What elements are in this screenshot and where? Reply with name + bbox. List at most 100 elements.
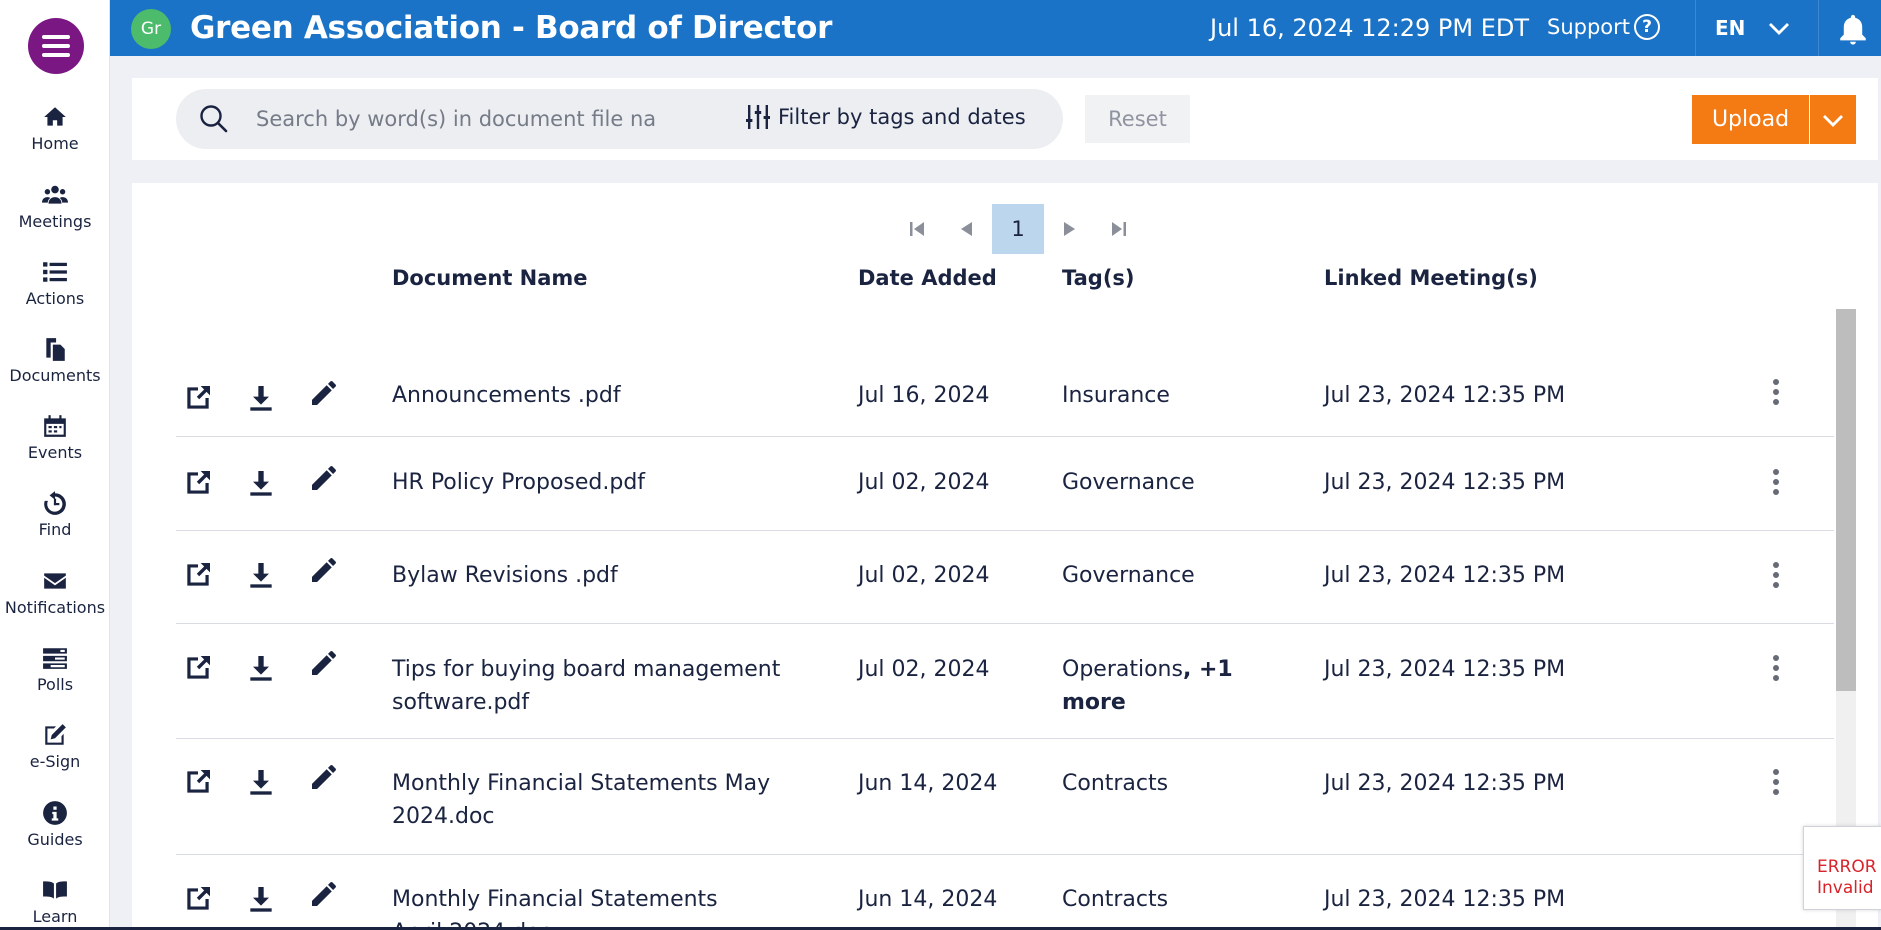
table-row: Tips for buying board management softwar… [176, 624, 1834, 739]
date-added: Jul 02, 2024 [858, 563, 990, 588]
tag-value: Contracts [1062, 771, 1169, 796]
sidebar-item-guides[interactable]: Guides [0, 800, 110, 849]
next-page-button[interactable] [1044, 204, 1094, 254]
column-header-document-name[interactable]: Document Name [392, 266, 588, 290]
page-title: Green Association - Board of Director [190, 10, 833, 46]
row-menu-button[interactable] [1766, 558, 1786, 592]
column-header-date-added[interactable]: Date Added [858, 266, 997, 290]
external-link-icon [187, 770, 210, 793]
document-name-link[interactable]: Monthly Financial Statements April 2024.… [392, 883, 772, 930]
last-page-button[interactable] [1094, 204, 1144, 254]
first-page-button[interactable] [892, 204, 942, 254]
avatar[interactable]: Gr [131, 9, 171, 49]
edit-button[interactable] [308, 878, 340, 910]
sidebar-item-find[interactable]: Find [0, 490, 110, 539]
download-icon [250, 563, 272, 588]
column-header-linked-meetings[interactable]: Linked Meeting(s) [1324, 266, 1538, 290]
download-button[interactable] [245, 883, 277, 915]
hamburger-menu-button[interactable] [28, 18, 84, 74]
sidebar-item-documents[interactable]: Documents [0, 336, 110, 385]
edit-button[interactable] [308, 554, 340, 586]
sidebar-item-polls[interactable]: Polls [0, 645, 110, 694]
open-external-button[interactable] [182, 382, 214, 414]
download-button[interactable] [245, 766, 277, 798]
support-label: Support [1547, 15, 1631, 39]
current-page-number[interactable]: 1 [992, 204, 1044, 254]
edit-button[interactable] [308, 761, 340, 793]
kebab-dot [1773, 655, 1779, 661]
download-button[interactable] [245, 382, 277, 414]
document-name-link[interactable]: Tips for buying board management softwar… [392, 653, 792, 719]
prev-page-button[interactable] [942, 204, 992, 254]
open-external-button[interactable] [182, 559, 214, 591]
document-name-link[interactable]: Announcements .pdf [392, 379, 792, 412]
notifications-bell-button[interactable] [1836, 12, 1870, 46]
tag-label: Governance [1062, 466, 1195, 499]
sidebar-item-label: Home [31, 134, 79, 153]
download-icon [250, 770, 272, 795]
open-external-button[interactable] [182, 883, 214, 915]
linked-meeting-link[interactable]: Jul 23, 2024 12:35 PM [1324, 466, 1565, 499]
sidebar-item-notifications[interactable]: Notifications [0, 568, 110, 617]
row-menu-button[interactable] [1766, 375, 1786, 409]
sidebar-item-label: Polls [36, 675, 74, 694]
sliders-icon [746, 105, 770, 129]
polls-icon [43, 648, 67, 669]
document-name-link[interactable]: Bylaw Revisions .pdf [392, 559, 792, 592]
tag-value: Governance [1062, 470, 1195, 495]
tag-value: Governance [1062, 563, 1195, 588]
date-added: Jun 14, 2024 [858, 887, 998, 912]
reset-button[interactable]: Reset [1085, 95, 1190, 143]
row-menu-button[interactable] [1766, 465, 1786, 499]
download-button[interactable] [245, 652, 277, 684]
kebab-dot [1773, 789, 1779, 795]
home-icon [44, 107, 66, 126]
column-header-tags[interactable]: Tag(s) [1062, 266, 1135, 290]
language-label: EN [1715, 16, 1746, 40]
documents-panel: 1 Document Name Date Added Tag(s) Linked… [132, 183, 1878, 930]
search-input[interactable] [256, 99, 656, 139]
pagination: 1 [892, 204, 1144, 254]
sidebar-item-events[interactable]: Events [0, 413, 110, 462]
sidebar-item-esign[interactable]: e-Sign [0, 722, 110, 771]
divider [1695, 0, 1696, 56]
document-name-link[interactable]: HR Policy Proposed.pdf [392, 466, 792, 499]
linked-meeting-link[interactable]: Jul 23, 2024 12:35 PM [1324, 653, 1565, 686]
sidebar-item-label: Documents [9, 366, 101, 385]
download-button[interactable] [245, 467, 277, 499]
linked-meeting-link[interactable]: Jul 23, 2024 12:35 PM [1324, 379, 1565, 412]
last-page-icon [1112, 222, 1126, 236]
download-button[interactable] [245, 559, 277, 591]
linked-meeting-link[interactable]: Jul 23, 2024 12:35 PM [1324, 559, 1565, 592]
kebab-dot [1773, 675, 1779, 681]
download-icon [250, 386, 272, 411]
scrollbar-thumb[interactable] [1836, 309, 1856, 691]
row-menu-button[interactable] [1766, 651, 1786, 685]
upload-dropdown-toggle[interactable] [1810, 95, 1856, 144]
open-external-button[interactable] [182, 766, 214, 798]
upload-button[interactable]: Upload [1692, 95, 1856, 144]
info-icon [43, 801, 67, 825]
sidebar-item-home[interactable]: Home [0, 104, 110, 153]
external-link-icon [187, 386, 210, 409]
open-external-button[interactable] [182, 467, 214, 499]
edit-button[interactable] [308, 647, 340, 679]
document-name-link[interactable]: Monthly Financial Statements May 2024.do… [392, 767, 772, 833]
row-menu-button[interactable] [1766, 765, 1786, 799]
caret-left-icon [961, 222, 972, 236]
pen-square-icon [45, 724, 66, 745]
linked-meeting-link[interactable]: Jul 23, 2024 12:35 PM [1324, 883, 1565, 916]
upload-label[interactable]: Upload [1692, 95, 1810, 144]
search-icon[interactable] [198, 103, 230, 135]
sidebar-item-meetings[interactable]: Meetings [0, 182, 110, 231]
sidebar-item-actions[interactable]: Actions [0, 259, 110, 308]
list-icon [43, 262, 67, 282]
language-selector[interactable]: EN [1715, 16, 1790, 40]
edit-button[interactable] [308, 462, 340, 494]
edit-button[interactable] [308, 377, 340, 409]
support-link[interactable]: Support ? [1547, 14, 1661, 40]
sidebar-item-learn[interactable]: Learn [0, 877, 110, 926]
open-external-button[interactable] [182, 652, 214, 684]
filter-tags-dates-button[interactable]: Filter by tags and dates [746, 103, 1026, 131]
linked-meeting-link[interactable]: Jul 23, 2024 12:35 PM [1324, 767, 1565, 800]
